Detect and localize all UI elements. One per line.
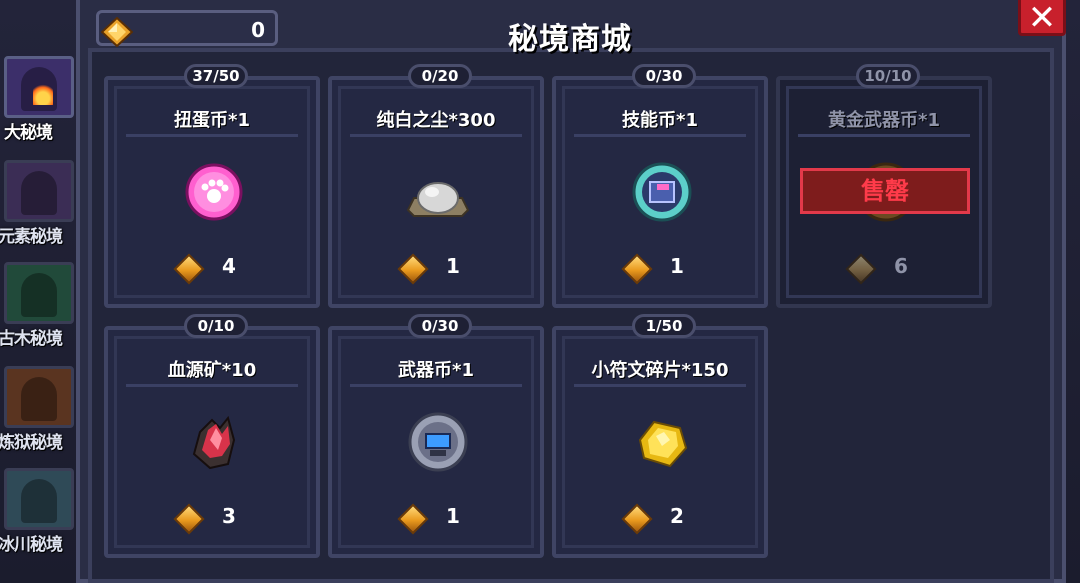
shop-item-card[interactable]: 0/10 血源矿*10 3 [104, 314, 320, 558]
item-price: 1 [670, 254, 684, 278]
portal-icon [4, 366, 74, 428]
item-price: 6 [894, 254, 908, 278]
shop-item-card[interactable]: 0/30 技能币*1 1 [552, 64, 768, 308]
item-name: 纯白之尘*300 [376, 110, 496, 131]
gem-icon [621, 503, 653, 535]
tab-label: 冰川秘境 [0, 535, 63, 555]
item-name: 黄金武器币*1 [828, 110, 940, 131]
gem-icon [173, 253, 205, 285]
tab-element-realm[interactable]: 元素秘境 [0, 156, 78, 251]
portal-icon [4, 56, 74, 118]
item-price: 1 [446, 504, 460, 528]
gem-icon [397, 253, 429, 285]
tab-label: 古木秘境 [0, 329, 63, 349]
divider [126, 134, 298, 137]
weapon-coin-icon [406, 410, 470, 474]
portal-icon [4, 160, 74, 222]
portal-icon [4, 468, 74, 530]
item-name: 扭蛋币*1 [174, 110, 250, 131]
blood-ore-icon [182, 410, 246, 474]
shop-item-card[interactable]: 37/50 扭蛋币*1 4 [104, 64, 320, 308]
item-price: 4 [222, 254, 236, 278]
page-title: 秘境商城 [508, 22, 632, 57]
close-button[interactable]: ✕ [1018, 0, 1066, 38]
shop-item-card[interactable]: 0/20 纯白之尘*300 1 [328, 64, 544, 308]
stock-badge: 0/10 [184, 314, 248, 338]
shop-item-card[interactable]: 1/50 小符文碎片*150 2 [552, 314, 768, 558]
item-price: 3 [222, 504, 236, 528]
currency-display: 0 [96, 10, 278, 48]
divider [574, 384, 746, 387]
item-name: 血源矿*10 [167, 360, 257, 381]
gem-icon [173, 503, 205, 535]
divider [350, 384, 522, 387]
divider [126, 384, 298, 387]
gem-icon [397, 503, 429, 535]
portal-icon [4, 262, 74, 324]
gem-icon [845, 253, 877, 285]
item-name: 技能币*1 [622, 110, 698, 131]
tab-label: 元素秘境 [0, 227, 63, 247]
stock-badge: 0/30 [632, 64, 696, 88]
divider [574, 134, 746, 137]
item-price: 1 [446, 254, 460, 278]
item-name: 小符文碎片*150 [591, 360, 729, 381]
tab-big-realm[interactable]: 大秘境 [0, 52, 78, 147]
divider [350, 134, 522, 137]
close-icon: ✕ [1027, 0, 1057, 38]
tab-glacier-realm[interactable]: 冰川秘境 [0, 464, 78, 559]
rune-shard-icon [630, 410, 694, 474]
skill-coin-icon [630, 160, 694, 224]
tab-ancient-wood-realm[interactable]: 古木秘境 [0, 258, 78, 353]
stock-badge: 1/50 [632, 314, 696, 338]
gem-icon [621, 253, 653, 285]
stock-badge: 10/10 [856, 64, 920, 88]
shop-item-card[interactable]: 0/30 武器币*1 1 [328, 314, 544, 558]
stock-badge: 0/20 [408, 64, 472, 88]
stock-badge: 37/50 [184, 64, 248, 88]
sold-out-badge: 售罄 [800, 168, 970, 214]
item-price: 2 [670, 504, 684, 528]
gacha-coin-icon [182, 160, 246, 224]
gem-icon [100, 16, 134, 51]
tab-label: 炼狱秘境 [0, 433, 63, 453]
shop-item-card: 10/10 黄金武器币*1 售罄 6 [776, 64, 992, 308]
tab-purgatory-realm[interactable]: 炼狱秘境 [0, 362, 78, 457]
currency-amount: 0 [251, 18, 265, 42]
item-name: 武器币*1 [398, 360, 474, 381]
divider [798, 134, 970, 137]
stock-badge: 0/30 [408, 314, 472, 338]
white-dust-icon [406, 160, 470, 224]
